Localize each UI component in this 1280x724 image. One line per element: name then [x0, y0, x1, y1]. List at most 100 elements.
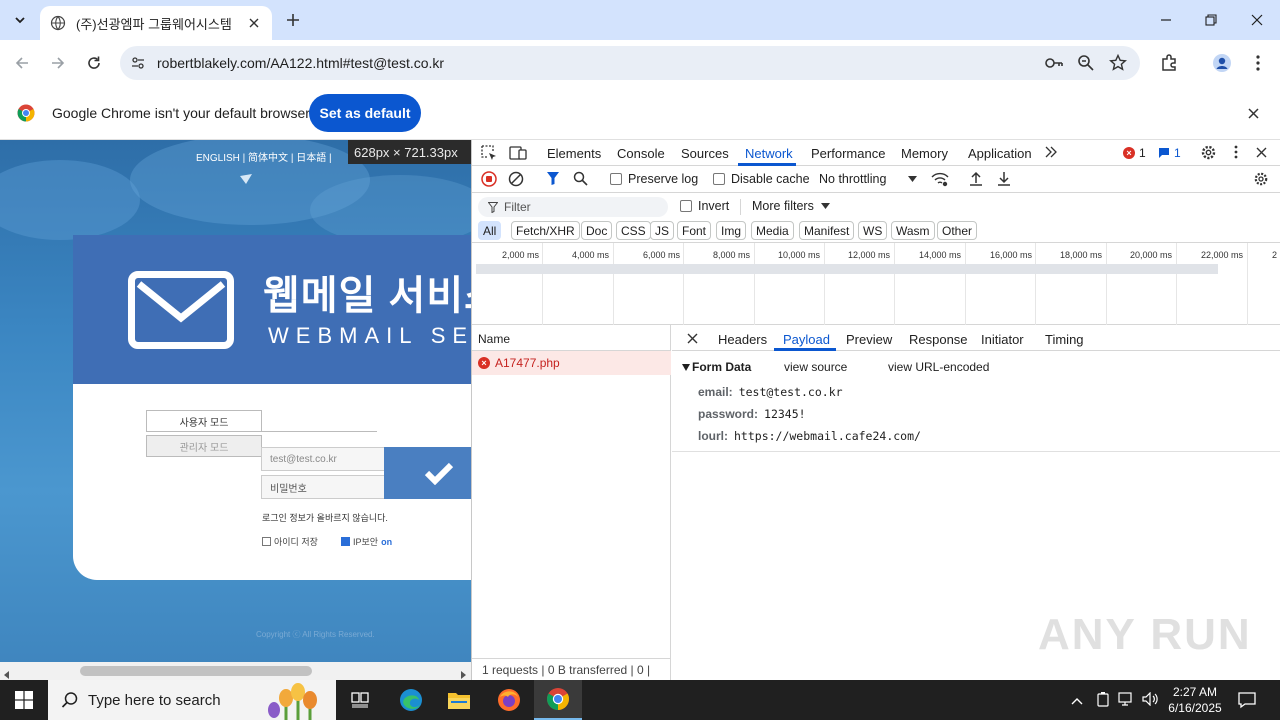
chrome-taskbar-icon[interactable] — [534, 680, 582, 720]
task-view-icon[interactable] — [336, 680, 384, 720]
notification-center-icon[interactable] — [1238, 691, 1256, 712]
firefox-icon[interactable] — [485, 680, 533, 720]
type-filter-ws[interactable]: WS — [858, 221, 888, 240]
close-infobar-icon[interactable] — [1243, 103, 1263, 123]
checkbox-unchecked[interactable] — [680, 200, 692, 212]
close-detail-icon[interactable] — [687, 332, 698, 347]
edge-icon[interactable] — [387, 680, 435, 720]
view-source-link[interactable]: view source — [784, 360, 847, 374]
tab-elements[interactable]: Elements — [547, 146, 601, 161]
invert-checkbox[interactable]: Invert — [680, 199, 729, 213]
tab-search-chevron-icon[interactable] — [8, 8, 32, 32]
user-mode-tab[interactable]: 사용자 모드 — [146, 410, 262, 432]
scrollbar-thumb[interactable] — [80, 666, 312, 676]
checkbox-unchecked[interactable] — [262, 537, 271, 546]
password-key-icon[interactable] — [1044, 54, 1064, 75]
system-clock[interactable]: 2:27 AM 6/16/2025 — [1164, 684, 1226, 716]
tab-network[interactable]: Network — [745, 146, 793, 161]
minimize-icon[interactable] — [1151, 6, 1181, 34]
form-data-section-toggle[interactable]: Form Data — [682, 360, 751, 374]
windows-start-icon[interactable] — [0, 680, 48, 720]
export-har-icon[interactable] — [997, 171, 1011, 189]
error-counter[interactable]: × 1 — [1123, 146, 1146, 160]
clear-icon[interactable] — [508, 171, 524, 190]
password-field[interactable]: 비밀번호 — [261, 475, 385, 499]
set-as-default-button[interactable]: Set as default — [309, 94, 421, 132]
save-id-checkbox[interactable]: 아이디 저장 — [262, 535, 318, 548]
network-timeline-overview[interactable]: 2,000 ms 4,000 ms 6,000 ms 8,000 ms 10,0… — [472, 243, 1280, 325]
search-icon[interactable] — [573, 171, 588, 189]
site-info-icon[interactable] — [130, 55, 146, 74]
back-icon[interactable] — [10, 51, 34, 75]
type-filter-wasm[interactable]: Wasm — [891, 221, 935, 240]
tab-payload[interactable]: Payload — [783, 332, 830, 347]
file-explorer-icon[interactable] — [435, 680, 483, 720]
checkbox-checked[interactable] — [341, 537, 350, 546]
reload-icon[interactable] — [82, 51, 106, 75]
battery-status-icon[interactable] — [1096, 691, 1110, 710]
close-window-icon[interactable] — [1242, 6, 1272, 34]
browser-tab[interactable]: (주)선광엠파 그룹웨어시스템 — [40, 6, 272, 40]
scroll-right-icon[interactable] — [460, 667, 466, 680]
import-har-icon[interactable] — [969, 171, 983, 189]
checkbox-unchecked[interactable] — [713, 173, 725, 185]
network-conditions-icon[interactable] — [931, 171, 949, 190]
preserve-log-checkbox[interactable]: Preserve log — [610, 172, 698, 186]
network-settings-gear-icon[interactable] — [1253, 171, 1269, 190]
close-devtools-icon[interactable] — [1256, 146, 1267, 161]
tab-initiator[interactable]: Initiator — [981, 332, 1024, 347]
type-filter-font[interactable]: Font — [677, 221, 712, 240]
settings-gear-icon[interactable] — [1200, 144, 1217, 164]
type-filter-css[interactable]: CSS — [616, 221, 651, 240]
tab-sources[interactable]: Sources — [681, 146, 729, 161]
checkbox-unchecked[interactable] — [610, 173, 622, 185]
language-links[interactable]: ENGLISH | 简体中文 | 日本語 | — [196, 149, 332, 164]
chrome-menu-icon[interactable] — [1246, 51, 1270, 75]
message-counter[interactable]: 1 — [1158, 146, 1181, 160]
type-filter-all[interactable]: All — [478, 221, 502, 240]
type-filter-fetch-xhr[interactable]: Fetch/XHR — [511, 221, 580, 240]
profile-avatar-icon[interactable] — [1210, 51, 1234, 75]
type-filter-img[interactable]: Img — [716, 221, 747, 240]
email-field[interactable]: test@test.co.kr — [261, 447, 385, 471]
type-filter-other[interactable]: Other — [937, 221, 978, 240]
login-button[interactable] — [384, 447, 471, 499]
forward-icon[interactable] — [46, 51, 70, 75]
scroll-left-icon[interactable] — [4, 667, 10, 680]
new-tab-icon[interactable] — [282, 9, 304, 31]
more-tabs-chevron-icon[interactable] — [1044, 146, 1058, 161]
tab-application[interactable]: Application — [968, 146, 1032, 161]
request-row[interactable]: × A17477.php — [472, 351, 671, 375]
devtools-menu-icon[interactable] — [1234, 145, 1238, 162]
zoom-icon[interactable] — [1077, 54, 1095, 75]
filter-funnel-icon[interactable] — [546, 171, 560, 189]
restore-icon[interactable] — [1196, 6, 1226, 34]
filter-input[interactable]: Filter — [478, 197, 668, 217]
tab-response[interactable]: Response — [909, 332, 968, 347]
view-url-encoded-link[interactable]: view URL-encoded — [888, 360, 989, 374]
taskbar-search-box[interactable]: Type here to search — [48, 680, 336, 720]
type-filter-media[interactable]: Media — [751, 221, 794, 240]
more-filters-dropdown[interactable]: More filters — [752, 199, 830, 213]
type-filter-manifest[interactable]: Manifest — [799, 221, 855, 240]
horizontal-scrollbar[interactable] — [0, 662, 471, 680]
extensions-icon[interactable] — [1157, 51, 1181, 75]
network-status-icon[interactable] — [1118, 692, 1136, 709]
tab-headers[interactable]: Headers — [718, 332, 767, 347]
tab-console[interactable]: Console — [617, 146, 665, 161]
device-toolbar-icon[interactable] — [509, 145, 527, 164]
address-bar[interactable]: robertblakely.com/AA122.html#test@test.c… — [120, 46, 1140, 80]
inspect-element-icon[interactable] — [481, 145, 497, 164]
tab-memory[interactable]: Memory — [901, 146, 948, 161]
ip-security-checkbox[interactable]: IP보안 on — [341, 535, 392, 548]
tab-preview[interactable]: Preview — [846, 332, 892, 347]
close-tab-icon[interactable] — [246, 15, 262, 31]
admin-mode-tab[interactable]: 관리자 모드 — [146, 435, 262, 457]
show-hidden-icons-chevron-icon[interactable] — [1071, 693, 1083, 708]
tab-timing[interactable]: Timing — [1045, 332, 1084, 347]
volume-icon[interactable] — [1142, 691, 1160, 709]
stop-recording-icon[interactable] — [481, 171, 497, 190]
throttling-select[interactable]: No throttling — [819, 172, 918, 186]
type-filter-doc[interactable]: Doc — [581, 221, 613, 240]
type-filter-js[interactable]: JS — [650, 221, 675, 240]
